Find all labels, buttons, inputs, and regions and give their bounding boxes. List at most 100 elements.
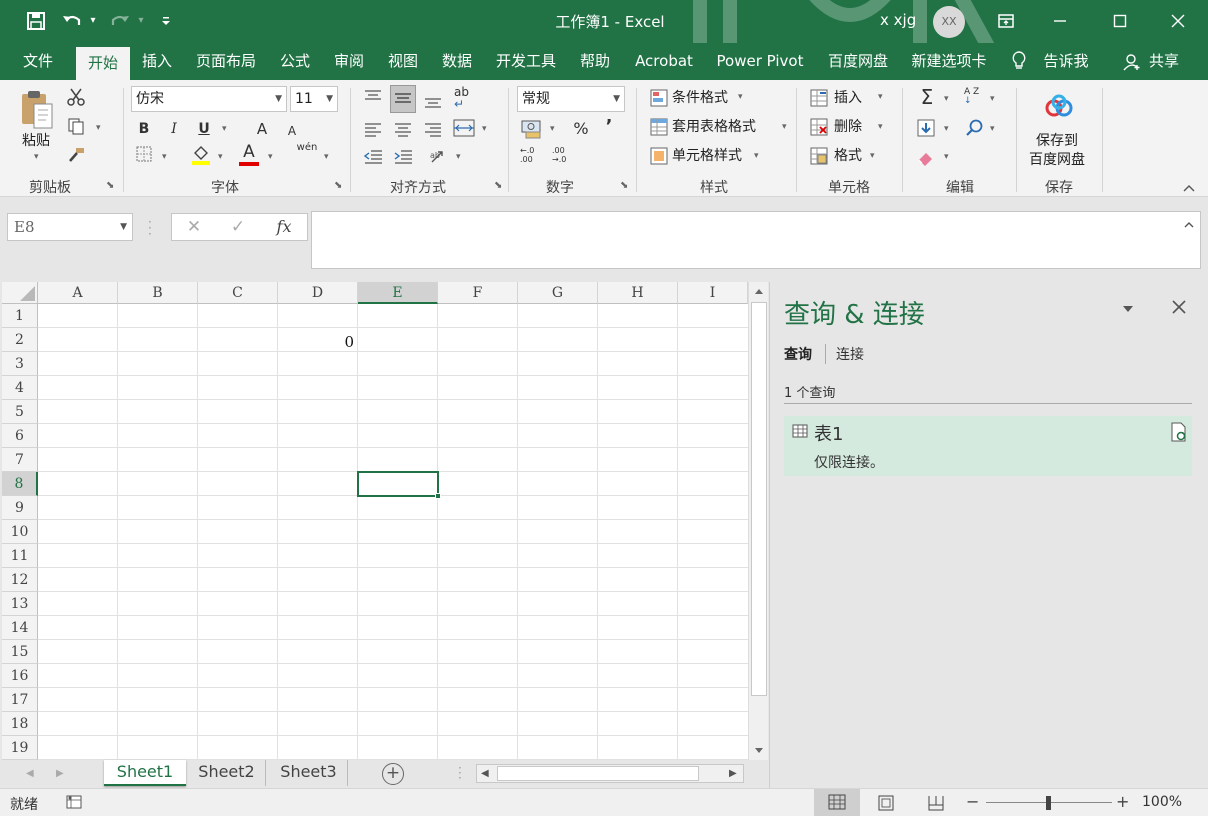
- increase-decimal-button[interactable]: ←.0 .00: [520, 146, 544, 170]
- increase-font-button[interactable]: A: [252, 118, 272, 140]
- underline-button[interactable]: U: [194, 118, 214, 140]
- tab-page-layout[interactable]: 页面布局: [188, 43, 264, 80]
- redo-icon[interactable]: [106, 8, 134, 38]
- row-header-15[interactable]: 15: [2, 640, 38, 664]
- query-name[interactable]: 表1: [814, 420, 843, 446]
- align-middle-icon[interactable]: [390, 85, 416, 113]
- sheet-tab-sheet1[interactable]: Sheet1: [104, 760, 186, 786]
- tab-baidu-netdisk[interactable]: 百度网盘: [818, 43, 898, 80]
- cancel-formula-button[interactable]: ✕: [184, 216, 204, 238]
- percent-style-button[interactable]: %: [570, 118, 592, 140]
- vertical-scroll-thumb[interactable]: [751, 302, 767, 696]
- font-name-combo[interactable]: 仿宋 ▼: [131, 86, 287, 112]
- align-top-icon[interactable]: [362, 88, 384, 110]
- bold-button[interactable]: B: [134, 118, 154, 140]
- chevron-down-icon[interactable]: ▾: [738, 92, 743, 102]
- save-to-baidu-label-2[interactable]: 百度网盘: [1029, 149, 1085, 171]
- row-header-19[interactable]: 19: [2, 736, 38, 760]
- borders-icon[interactable]: [134, 146, 154, 168]
- row-header-7[interactable]: 7: [2, 448, 38, 472]
- row-header-2[interactable]: 2: [2, 328, 38, 352]
- worksheet-grid[interactable]: A B C D E F G H I 1 2 3 4 5 6 7 8 9 10 11 12 13 14 15 1…: [2, 282, 768, 760]
- fill-color-dropdown-icon[interactable]: ▾: [218, 152, 223, 162]
- name-box[interactable]: E8 ▼: [7, 213, 133, 241]
- user-name[interactable]: x xjg: [880, 11, 916, 29]
- save-icon[interactable]: [22, 8, 50, 38]
- accounting-format-icon[interactable]: [520, 118, 544, 140]
- font-color-dropdown-icon[interactable]: ▾: [268, 152, 273, 162]
- row-header-4[interactable]: 4: [2, 376, 38, 400]
- share-person-icon[interactable]: [1122, 43, 1142, 80]
- tab-new-tab[interactable]: 新建选项卡: [904, 43, 994, 80]
- chevron-down-icon[interactable]: ▾: [782, 122, 787, 132]
- conditional-format-button[interactable]: 条件格式: [672, 87, 728, 109]
- column-header-g[interactable]: G: [518, 282, 598, 304]
- query-item[interactable]: 表1 仅限连接。: [784, 416, 1192, 476]
- clear-eraser-icon[interactable]: [916, 147, 938, 169]
- font-size-combo[interactable]: 11 ▼: [290, 86, 338, 112]
- redo-dropdown-icon[interactable]: ▾: [134, 8, 148, 34]
- tab-formulas[interactable]: 公式: [272, 43, 318, 80]
- row-header-1[interactable]: 1: [2, 304, 38, 328]
- insert-function-button[interactable]: fx: [272, 216, 296, 238]
- close-pane-icon[interactable]: [1172, 300, 1188, 316]
- decrease-indent-icon[interactable]: [362, 146, 384, 168]
- horizontal-scroll-thumb[interactable]: [497, 766, 699, 781]
- copy-dropdown-icon[interactable]: ▾: [96, 123, 101, 133]
- sort-filter-icon[interactable]: A Z ↓: [964, 88, 986, 110]
- refresh-query-icon[interactable]: [1170, 422, 1188, 442]
- formula-input[interactable]: [311, 211, 1201, 269]
- new-sheet-button[interactable]: +: [382, 763, 404, 785]
- column-header-a[interactable]: A: [38, 282, 118, 304]
- row-header-8[interactable]: 8: [2, 472, 38, 496]
- column-header-i[interactable]: I: [678, 282, 748, 304]
- sort-dropdown-icon[interactable]: ▾: [990, 94, 995, 104]
- scroll-up-icon[interactable]: [753, 286, 765, 298]
- clear-dropdown-icon[interactable]: ▾: [944, 152, 949, 162]
- chevron-down-icon[interactable]: ▾: [870, 151, 875, 161]
- cut-icon[interactable]: [66, 88, 86, 110]
- align-center-icon[interactable]: [392, 118, 414, 140]
- delete-cells-button[interactable]: 删除: [834, 116, 862, 138]
- tab-connections[interactable]: 连接: [836, 344, 864, 364]
- format-as-table-icon[interactable]: [650, 118, 668, 136]
- sheet-tab-sheet2[interactable]: Sheet2: [188, 760, 266, 786]
- row-header-3[interactable]: 3: [2, 352, 38, 376]
- row-header-9[interactable]: 9: [2, 496, 38, 520]
- vertical-scrollbar[interactable]: [748, 282, 768, 760]
- scroll-left-icon[interactable]: ◀: [481, 768, 489, 779]
- baidu-netdisk-icon[interactable]: [1044, 94, 1074, 120]
- tab-power-pivot[interactable]: Power Pivot: [710, 43, 810, 80]
- select-all-button[interactable]: [2, 282, 38, 304]
- insert-cells-icon[interactable]: [810, 89, 828, 107]
- wrap-text-icon[interactable]: ab ↵: [454, 86, 478, 112]
- active-cell-e8[interactable]: [357, 471, 439, 497]
- collapse-ribbon-icon[interactable]: [1182, 182, 1198, 194]
- minimize-icon[interactable]: [1040, 7, 1080, 35]
- format-cells-icon[interactable]: [810, 147, 828, 165]
- column-header-e[interactable]: E: [358, 282, 438, 304]
- undo-icon[interactable]: [58, 8, 86, 38]
- format-painter-icon[interactable]: [66, 146, 86, 168]
- column-header-h[interactable]: H: [598, 282, 678, 304]
- cell-d2[interactable]: 0: [282, 330, 354, 354]
- autosum-button[interactable]: Σ: [914, 86, 940, 108]
- merge-center-icon[interactable]: [452, 116, 476, 140]
- paste-icon[interactable]: [20, 88, 56, 132]
- page-layout-view-icon[interactable]: [876, 794, 896, 812]
- column-header-f[interactable]: F: [438, 282, 518, 304]
- maximize-icon[interactable]: [1100, 7, 1140, 35]
- cell-styles-icon[interactable]: [650, 147, 668, 165]
- paste-dropdown-icon[interactable]: ▾: [34, 152, 39, 162]
- row-header-6[interactable]: 6: [2, 424, 38, 448]
- align-left-icon[interactable]: [362, 118, 384, 140]
- row-header-13[interactable]: 13: [2, 592, 38, 616]
- tab-queries[interactable]: 查询: [784, 344, 812, 364]
- tab-split-grip-icon[interactable]: · · ·: [458, 762, 462, 784]
- phonetic-dropdown-icon[interactable]: ▾: [324, 152, 329, 162]
- number-format-combo[interactable]: 常规 ▼: [517, 86, 625, 112]
- customize-qat-icon[interactable]: [156, 8, 176, 36]
- conditional-format-icon[interactable]: [650, 89, 668, 107]
- fill-dropdown-icon[interactable]: ▾: [944, 124, 949, 134]
- scroll-down-icon[interactable]: [753, 744, 765, 756]
